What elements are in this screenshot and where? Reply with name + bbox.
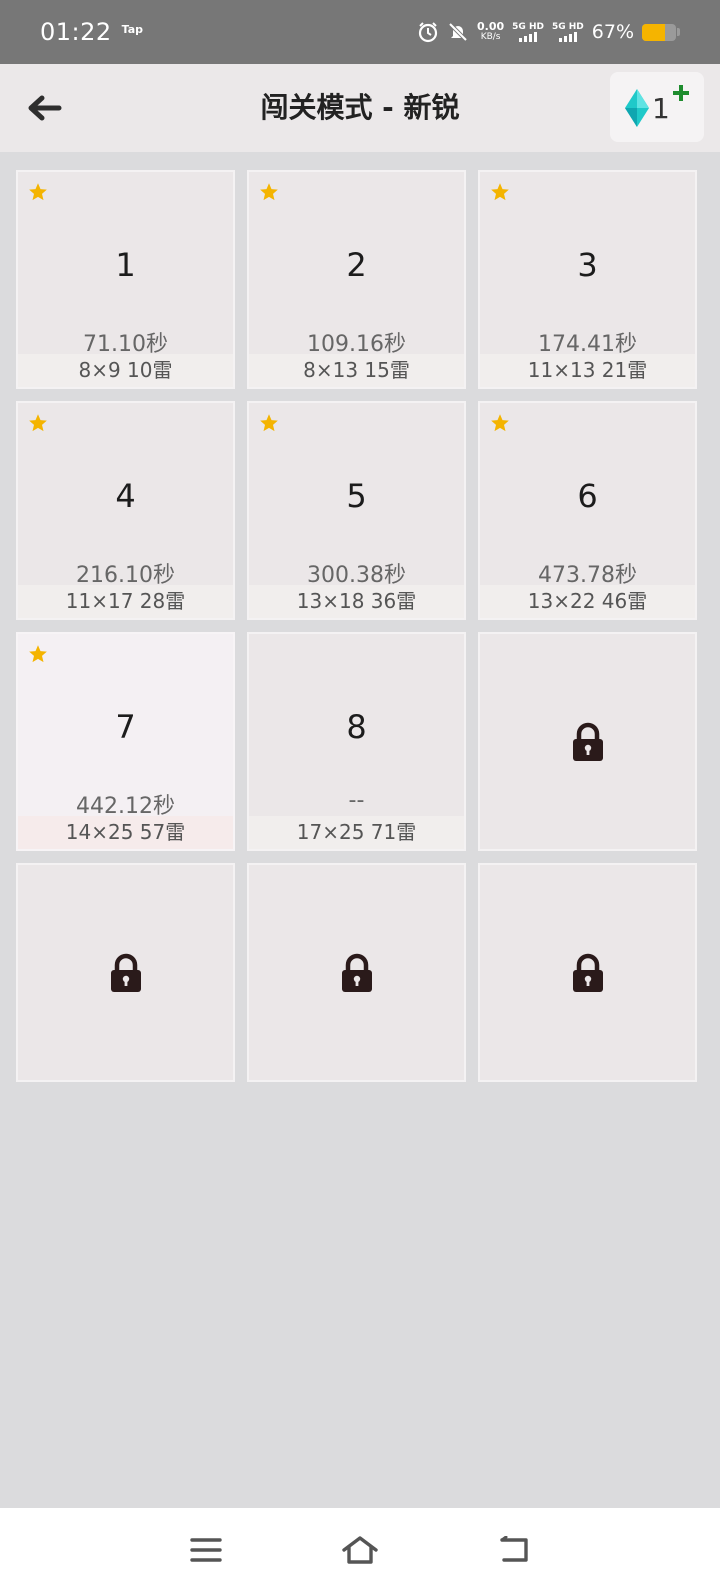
level-number: 1 [115,246,136,284]
level-number: 7 [115,708,136,746]
gem-count: 1 [652,92,670,125]
star-icon [259,413,279,437]
level-board-spec: 8×13 15雷 [249,354,464,387]
diamond-icon [624,88,650,132]
signal-icon [519,32,538,42]
alarm-icon [417,21,439,43]
net-speed-unit: KB/s [480,32,501,42]
net-speed: 0.00 KB/s [477,20,505,42]
level-board-spec: 13×22 46雷 [480,585,695,618]
level-tile-locked[interactable] [478,632,697,851]
level-board-spec: 8×9 10雷 [18,354,233,387]
status-bar: 01:22 Tap 0.00 KB/s 5G HD 5G HD 67% [0,0,720,64]
star-icon [490,413,510,437]
sim2-signal: 5G HD [552,22,584,42]
level-tile-locked[interactable] [247,863,466,1082]
app-header: 闯关模式 - 新锐 1 [0,64,720,152]
level-number: 3 [577,246,598,284]
battery-fill [642,23,665,41]
battery-cap [677,28,680,36]
net-speed-value: 0.00 [477,20,505,33]
mute-bell-icon [447,21,469,43]
level-tile-7[interactable]: 7 442.12秒 14×25 57雷 [16,632,235,851]
level-best-time: -- [348,788,365,813]
level-number: 2 [346,246,367,284]
home-button[interactable] [338,1528,382,1572]
star-icon [28,644,48,668]
sim1-signal: 5G HD [512,22,544,42]
home-icon [342,1536,378,1564]
sim1-label: 5G HD [512,22,544,32]
star-icon [28,413,48,437]
back-nav-icon [500,1536,528,1562]
level-tile-1[interactable]: 1 71.10秒 8×9 10雷 [16,170,235,389]
lock-icon [110,953,142,997]
level-tile-5[interactable]: 5 300.38秒 13×18 36雷 [247,401,466,620]
level-tile-3[interactable]: 3 174.41秒 11×13 21雷 [478,170,697,389]
level-tile-2[interactable]: 2 109.16秒 8×13 15雷 [247,170,466,389]
level-number: 8 [346,708,367,746]
level-number: 6 [577,477,598,515]
level-board-spec: 13×18 36雷 [249,585,464,618]
level-board-spec: 11×13 21雷 [480,354,695,387]
level-board-spec: 17×25 71雷 [249,816,464,849]
level-tile-locked[interactable] [478,863,697,1082]
level-board-spec: 11×17 28雷 [18,585,233,618]
star-icon [259,182,279,206]
star-icon [490,182,510,206]
level-tile-4[interactable]: 4 216.10秒 11×17 28雷 [16,401,235,620]
sim2-label: 5G HD [551,22,584,32]
lock-icon [341,953,373,997]
star-icon [28,182,48,206]
status-right-group: 0.00 KB/s 5G HD 5G HD 67% [417,21,680,43]
system-nav-bar [0,1508,720,1592]
level-board-spec: 14×25 57雷 [18,816,233,849]
battery-icon [642,23,676,41]
signal-icon [558,32,577,42]
level-number: 4 [115,477,136,515]
status-app-tag: Tap [121,22,144,36]
plus-icon[interactable] [672,84,690,106]
level-tile-6[interactable]: 6 473.78秒 13×22 46雷 [478,401,697,620]
menu-icon [190,1538,222,1562]
gem-balance-button[interactable]: 1 [610,72,704,142]
lock-icon [572,953,604,997]
lock-icon [572,722,604,766]
battery-percent: 67% [591,21,634,43]
level-number: 5 [346,477,367,515]
status-time: 01:22 [40,18,112,46]
menu-button[interactable] [184,1528,228,1572]
back-nav-button[interactable] [492,1528,536,1572]
level-tile-locked[interactable] [16,863,235,1082]
level-tile-8[interactable]: 8 -- 17×25 71雷 [247,632,466,851]
